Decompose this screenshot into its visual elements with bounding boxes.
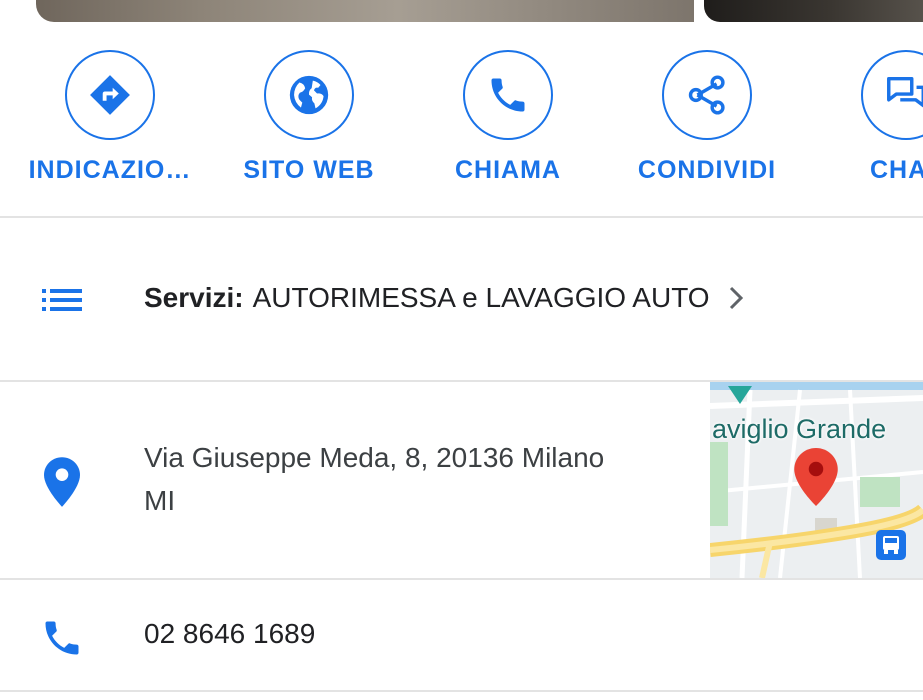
chevron-right-icon — [726, 284, 746, 312]
address-line-1: Via Giuseppe Meda, 8, 20136 Milano — [144, 442, 605, 473]
phone-row[interactable]: 02 8646 1689 — [0, 580, 923, 690]
divider — [0, 216, 923, 218]
map-thumbnail[interactable]: aviglio Grande — [710, 382, 923, 578]
share-button-circle[interactable] — [662, 50, 752, 140]
place-photo[interactable] — [704, 0, 923, 22]
chat-label: CHA — [870, 156, 923, 184]
services-title: Servizi: — [144, 282, 244, 313]
website-button-circle[interactable] — [264, 50, 354, 140]
phone-icon — [38, 614, 86, 662]
bus-icon — [876, 530, 906, 565]
address-text: Via Giuseppe Meda, 8, 20136 Milano MI — [144, 436, 684, 522]
divider — [0, 690, 923, 692]
list-icon — [38, 286, 86, 314]
action-bar: INDICAZIO… SITO WEB CHIAMA CONDIVIDI CHA — [0, 50, 923, 190]
website-button[interactable]: SITO WEB — [211, 50, 411, 190]
services-row[interactable]: Servizi: AUTORIMESSA e LAVAGGIO AUTO — [0, 220, 923, 380]
directions-button[interactable]: INDICAZIO… — [12, 50, 212, 190]
share-label: CONDIVIDI — [637, 156, 777, 184]
phone-icon — [491, 78, 525, 112]
directions-label: INDICAZIO… — [28, 156, 192, 184]
website-label: SITO WEB — [243, 156, 375, 184]
phone-number: 02 8646 1689 — [144, 618, 316, 649]
address-line-2: MI — [144, 485, 176, 516]
services-text: Servizi: AUTORIMESSA e LAVAGGIO AUTO — [144, 282, 746, 314]
map-place-label: aviglio Grande — [712, 414, 887, 444]
call-button-circle[interactable] — [463, 50, 553, 140]
location-pin-icon — [38, 456, 86, 508]
call-button[interactable]: CHIAMA — [410, 50, 610, 190]
services-value: AUTORIMESSA e LAVAGGIO AUTO — [252, 282, 710, 313]
share-icon — [688, 75, 725, 115]
directions-icon — [90, 75, 130, 115]
call-label: CHIAMA — [455, 156, 561, 184]
directions-button-circle[interactable] — [65, 50, 155, 140]
chat-button[interactable]: CHA — [808, 50, 923, 190]
chat-icon — [887, 76, 923, 108]
chat-button-circle[interactable] — [861, 50, 923, 140]
share-button[interactable]: CONDIVIDI — [609, 50, 809, 190]
globe-icon — [289, 75, 329, 115]
map-pin-icon — [794, 448, 838, 511]
place-photo[interactable] — [36, 0, 694, 22]
photo-strip — [0, 0, 923, 24]
